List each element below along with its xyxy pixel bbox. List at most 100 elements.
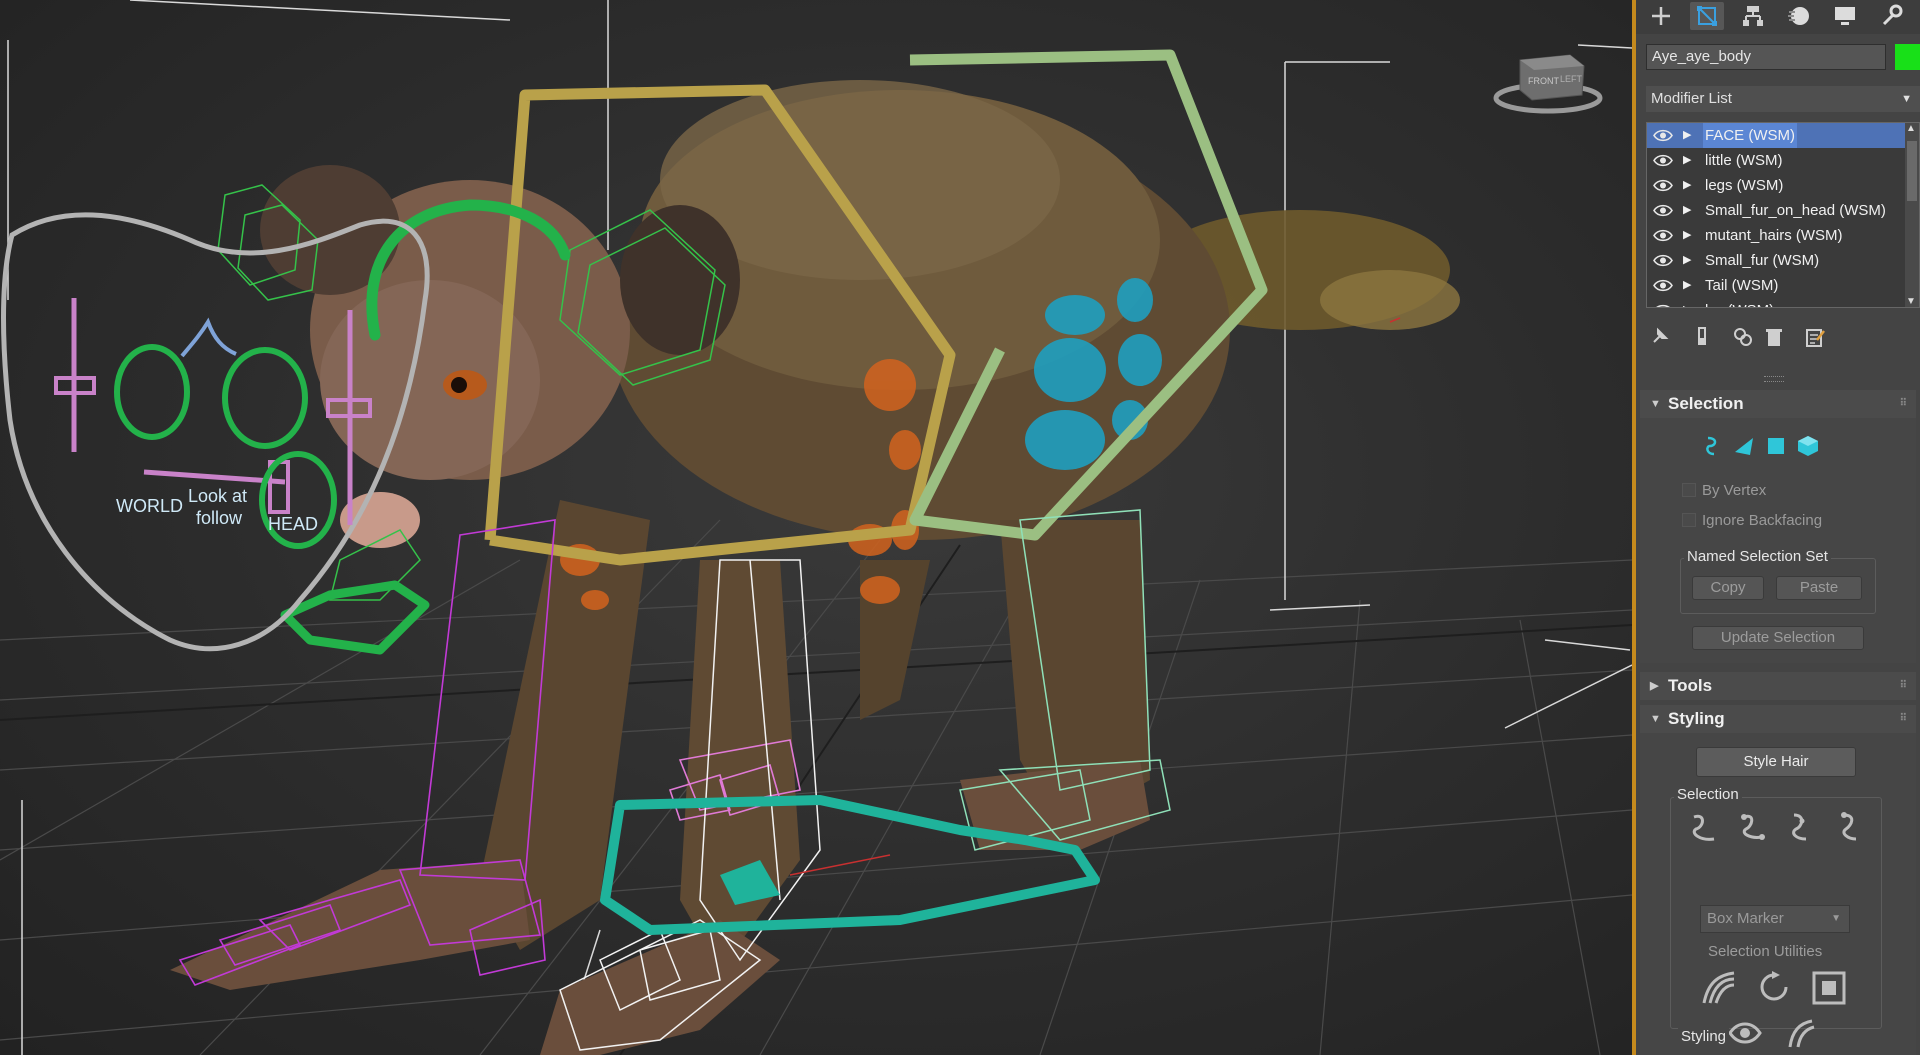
object-name-field[interactable]: Aye_aye_body [1646, 44, 1886, 70]
perspective-viewport[interactable]: FRONT LEFT WORLD Look at follow HEAD [0, 0, 1632, 1055]
eye-icon[interactable] [1653, 304, 1673, 308]
tab-motion[interactable] [1782, 2, 1816, 30]
modifier-stack-item[interactable]: ▶ little (WSM) [1647, 148, 1919, 173]
modifier-list-dropdown[interactable]: Modifier List ▼ [1646, 86, 1920, 112]
scroll-down-icon[interactable]: ▼ [1906, 296, 1916, 307]
guide-select-icon[interactable] [1700, 434, 1724, 458]
modifier-stack[interactable]: ▶ FACE (WSM) ▶ little (WSM) ▶ legs (WSM) ▶ Smal… [1646, 122, 1920, 308]
modifier-stack-label: Tail (WSM) [1705, 277, 1779, 294]
expand-arrow-icon[interactable]: ▶ [1683, 298, 1691, 307]
paste-button[interactable]: Paste [1776, 576, 1862, 600]
modifier-stack-label: legs (WSM) [1705, 177, 1784, 194]
eye-icon[interactable] [1653, 204, 1673, 217]
modifier-stack-scrollbar[interactable]: ▲ ▼ [1905, 123, 1919, 307]
expand-arrow-icon[interactable]: ▶ [1683, 173, 1691, 198]
viewport-scene: FRONT LEFT WORLD Look at follow HEAD [0, 0, 1632, 1055]
modifier-stack-item[interactable]: ▶ Tail (WSM) [1647, 273, 1919, 298]
element-select-icon[interactable] [1796, 434, 1820, 458]
modifier-stack-item[interactable]: ▶ Small_fur (WSM) [1647, 248, 1919, 273]
configure-modifier-sets-icon[interactable] [1804, 326, 1826, 348]
invert-selection-icon[interactable] [1700, 969, 1738, 1007]
tab-create[interactable] [1644, 2, 1678, 30]
panel-resize-grip[interactable] [1764, 376, 1784, 382]
modifier-stack-label: FACE (WSM) [1703, 123, 1797, 148]
rollout-grip-icon: ⠿ [1899, 680, 1907, 691]
eye-icon[interactable] [1653, 129, 1673, 142]
select-by-root-icon[interactable] [1830, 809, 1866, 845]
style-hair-button[interactable]: Style Hair [1696, 747, 1856, 777]
eye-icon[interactable] [1653, 154, 1673, 167]
selection-rollout-header[interactable]: ▼ Selection ⠿ [1640, 390, 1916, 418]
expand-arrow-icon[interactable]: ▶ [1683, 123, 1691, 148]
rotate-selection-icon[interactable] [1756, 969, 1794, 1007]
stack-toolbar [1646, 322, 1920, 352]
by-vertex-checkbox[interactable]: By Vertex [1682, 482, 1766, 499]
expand-selection-icon[interactable] [1810, 969, 1848, 1007]
ignore-backfacing-checkbox[interactable]: Ignore Backfacing [1682, 512, 1822, 529]
pin-stack-icon[interactable] [1648, 326, 1670, 348]
show-end-result-icon[interactable] [1691, 326, 1713, 348]
hide-selected-icon[interactable] [1726, 1017, 1764, 1049]
scrollbar-thumb[interactable] [1907, 141, 1917, 201]
expand-arrow-icon[interactable]: ▶ [1683, 198, 1691, 223]
styling-group-label: Styling [1678, 1028, 1730, 1045]
object-color-swatch[interactable] [1895, 44, 1920, 70]
look-at-label: Look at [188, 486, 247, 506]
styling-rollout-header[interactable]: ▼ Styling ⠿ [1640, 705, 1916, 733]
marker-type-value: Box Marker [1707, 910, 1784, 927]
modifier-stack-item[interactable]: ▶ FACE (WSM) [1647, 123, 1919, 148]
modifier-stack-label: l… (WSM) [1705, 298, 1774, 307]
expand-arrow-icon[interactable]: ▶ [1683, 223, 1691, 248]
expand-arrow-icon[interactable]: ▶ [1683, 148, 1691, 173]
viewcube-left-label: LEFT [1560, 74, 1583, 84]
select-whole-guide-icon[interactable] [1734, 809, 1770, 845]
scroll-up-icon[interactable]: ▲ [1906, 123, 1916, 134]
eye-icon[interactable] [1653, 179, 1673, 192]
select-guide-vertices-icon[interactable] [1782, 809, 1818, 845]
make-unique-icon[interactable] [1732, 326, 1754, 348]
display-icon [1835, 7, 1855, 25]
expand-arrow-icon[interactable]: ▶ [1683, 273, 1691, 298]
marker-type-dropdown[interactable]: Box Marker ▼ [1700, 905, 1850, 933]
modifier-stack-item[interactable]: ▶ mutant_hairs (WSM) [1647, 223, 1919, 248]
follow-label: follow [196, 508, 243, 528]
wrench-icon [1882, 4, 1903, 26]
rollout-grip-icon: ⠿ [1899, 713, 1907, 724]
modifier-stack-label: Small_fur_on_head (WSM) [1705, 202, 1886, 219]
named-selection-set-label: Named Selection Set [1684, 548, 1831, 565]
modifier-stack-item[interactable]: ▶ l… (WSM) [1647, 298, 1919, 308]
head-label: HEAD [268, 514, 318, 534]
tab-hierarchy[interactable] [1736, 2, 1770, 30]
modifier-stack-item[interactable]: ▶ Small_fur_on_head (WSM) [1647, 198, 1919, 223]
styling-rollout-title: Styling [1668, 709, 1725, 728]
face-select-icon[interactable] [1732, 434, 1756, 458]
polygon-select-icon[interactable] [1764, 434, 1788, 458]
selection-utilities-label: Selection Utilities [1708, 943, 1823, 960]
tools-rollout-header[interactable]: ▶ Tools ⠿ [1640, 672, 1916, 700]
update-selection-button[interactable]: Update Selection [1692, 626, 1864, 650]
copy-button[interactable]: Copy [1692, 576, 1764, 600]
modifier-stack-label: little (WSM) [1705, 152, 1783, 169]
tab-modify[interactable] [1690, 2, 1724, 30]
plus-icon [1652, 7, 1670, 25]
eye-icon[interactable] [1653, 254, 1673, 267]
ignore-backfacing-label: Ignore Backfacing [1702, 512, 1823, 529]
show-hidden-icon[interactable] [1782, 1017, 1820, 1049]
eye-icon[interactable] [1653, 229, 1673, 242]
tab-display[interactable] [1828, 2, 1862, 30]
styling-selection-label: Selection [1674, 786, 1742, 803]
modifier-stack-label: mutant_hairs (WSM) [1705, 227, 1843, 244]
eye-icon[interactable] [1653, 279, 1673, 292]
viewcube[interactable]: FRONT LEFT [1493, 54, 1603, 114]
modifier-list-label: Modifier List [1651, 90, 1732, 107]
tab-utilities[interactable] [1874, 2, 1908, 30]
modifier-stack-label: Small_fur (WSM) [1705, 252, 1820, 269]
collapse-arrow-icon: ▼ [1650, 398, 1661, 410]
expand-arrow-icon[interactable]: ▶ [1683, 248, 1691, 273]
command-panel: Aye_aye_body Modifier List ▼ ▶ FACE (WSM)… [1636, 0, 1920, 1055]
modifier-stack-item[interactable]: ▶ legs (WSM) [1647, 173, 1919, 198]
select-hair-by-ends-icon[interactable] [1686, 809, 1722, 845]
hierarchy-icon [1743, 6, 1763, 26]
expand-arrow-icon: ▶ [1650, 680, 1659, 692]
remove-modifier-icon[interactable] [1763, 326, 1785, 348]
